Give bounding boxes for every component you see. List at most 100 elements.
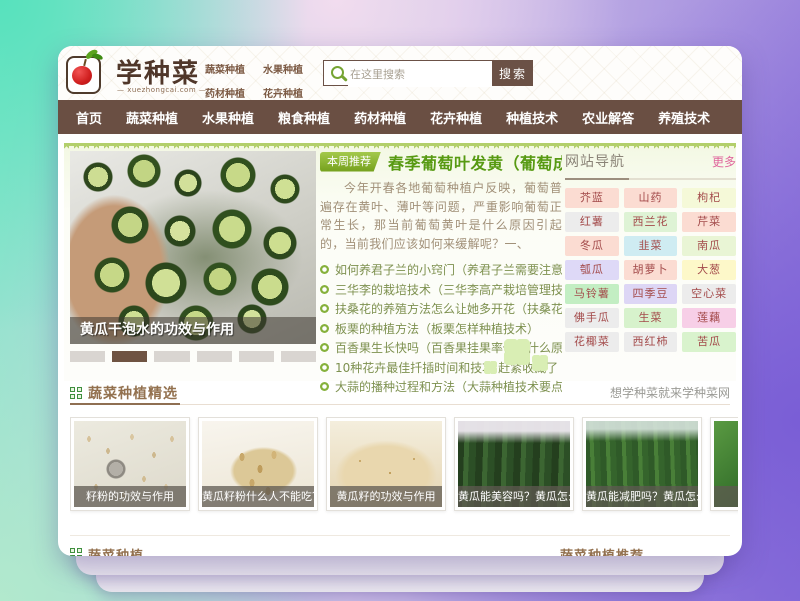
featured-article-excerpt: 今年开春各地葡萄种植户反映，葡萄普遍存在黄叶、薄叶等问题，严重影响葡萄正常生长，… xyxy=(320,179,562,253)
sidebar-header: 网站导航 更多 xyxy=(565,151,736,175)
bottom-section-headers: 蔬菜种植 蔬菜种植推荐 xyxy=(70,535,730,556)
article-link[interactable]: 扶桑花的养殖方法怎么让她多开花（扶桑花花期怎么 xyxy=(335,300,562,317)
carousel-dot[interactable] xyxy=(70,351,105,362)
flower-bullet-icon xyxy=(320,343,329,352)
site-logo[interactable] xyxy=(66,56,101,94)
tag-sijidou[interactable]: 四季豆 xyxy=(624,284,678,304)
quick-link-flower[interactable]: 花卉种植 xyxy=(263,85,305,100)
pick-card[interactable]: 黄瓜籽粉什么人不能吃？黄 xyxy=(198,417,318,511)
flower-bullet-icon xyxy=(320,285,329,294)
tag-donggua[interactable]: 冬瓜 xyxy=(565,236,619,256)
tag-gouqi[interactable]: 枸杞 xyxy=(682,188,736,208)
nav-item-breeding[interactable]: 养殖技术 xyxy=(646,108,722,127)
card-caption[interactable]: 黄瓜籽粉什么人不能吃？黄 xyxy=(202,486,314,507)
pick-card[interactable]: 籽粉的功效与作用 xyxy=(70,417,190,511)
nav-item-technique[interactable]: 种植技术 xyxy=(494,108,570,127)
card-image-seed-meal: 黄瓜籽的功效与作用 xyxy=(330,421,442,507)
flower-bullet-icon xyxy=(320,324,329,333)
site-title: 学种菜 xyxy=(116,53,200,90)
header-quick-links: 蔬菜种植 水果种植 药材种植 花卉种植 xyxy=(205,61,305,100)
tag-shengcai[interactable]: 生菜 xyxy=(624,308,678,328)
tag-dacong[interactable]: 大葱 xyxy=(682,260,736,280)
carousel-dot[interactable] xyxy=(239,351,274,362)
grid-icon xyxy=(70,548,82,556)
tag-foshougua[interactable]: 佛手瓜 xyxy=(565,308,619,328)
search-icon xyxy=(331,66,344,79)
sidebar-more-link[interactable]: 更多 xyxy=(712,153,736,170)
pick-card[interactable]: 黄瓜 xyxy=(710,417,738,511)
tag-xilanhua[interactable]: 西兰花 xyxy=(624,212,678,232)
pick-card[interactable]: 黄瓜能减肥吗？黄瓜怎么吃 xyxy=(582,417,702,511)
picks-section-divider xyxy=(70,404,730,405)
nav-item-vegetable[interactable]: 蔬菜种植 xyxy=(114,108,190,127)
flower-decoration-icon xyxy=(484,361,497,374)
nav-item-fruit[interactable]: 水果种植 xyxy=(190,108,266,127)
article-list: 如何养君子兰的小窍门（养君子兰需要注意什么） 三华李的栽培技术（三华李高产栽培管… xyxy=(320,260,562,397)
picks-card-row: 籽粉的功效与作用 黄瓜籽粉什么人不能吃？黄 黄瓜籽的功效与作用 黄瓜能美容吗？黄… xyxy=(70,417,738,519)
article-list-item[interactable]: 板栗的种植方法（板栗怎样种植技术） xyxy=(320,319,562,339)
carousel-image-dried-cucumber xyxy=(70,151,316,344)
pick-card[interactable]: 黄瓜能美容吗？黄瓜怎么用 xyxy=(454,417,574,511)
site-navigation-sidebar: 网站导航 更多 芥蓝 山药 枸杞 红薯 西兰花 芹菜 冬瓜 韭菜 南瓜 瓠瓜 胡… xyxy=(565,151,736,352)
search-input[interactable] xyxy=(348,61,492,87)
tag-shanyao[interactable]: 山药 xyxy=(624,188,678,208)
article-link[interactable]: 如何养君子兰的小窍门（养君子兰需要注意什么） xyxy=(335,261,562,278)
nav-item-qa[interactable]: 农业解答 xyxy=(570,108,646,127)
flower-bullet-icon xyxy=(320,363,329,372)
tag-jielan[interactable]: 芥蓝 xyxy=(565,188,619,208)
card-caption[interactable]: 黄瓜能减肥吗？黄瓜怎么吃 xyxy=(586,486,698,507)
card-image-cucumber-plant: 黄瓜 xyxy=(714,421,738,507)
tag-nangua[interactable]: 南瓜 xyxy=(682,236,736,256)
article-link[interactable]: 板栗的种植方法（板栗怎样种植技术） xyxy=(335,320,539,337)
featured-article-title[interactable]: 春季葡萄叶发黄（葡萄成熟期 xyxy=(388,151,562,172)
featured-carousel[interactable]: 黄瓜干泡水的功效与作用 xyxy=(70,151,316,344)
search-bar: 搜索 xyxy=(323,60,533,86)
quick-link-vegetable[interactable]: 蔬菜种植 xyxy=(205,61,247,76)
picks-section-note: 想学种菜就来学种菜网 xyxy=(610,384,730,401)
carousel-caption[interactable]: 黄瓜干泡水的功效与作用 xyxy=(70,317,316,344)
tag-lianou[interactable]: 莲藕 xyxy=(682,308,736,328)
grid-icon xyxy=(70,387,82,399)
vegetable-tag-grid: 芥蓝 山药 枸杞 红薯 西兰花 芹菜 冬瓜 韭菜 南瓜 瓠瓜 胡萝卜 大葱 马铃… xyxy=(565,188,736,352)
picks-section-title: 蔬菜种植精选 xyxy=(88,383,178,403)
nav-item-grain[interactable]: 粮食种植 xyxy=(266,108,342,127)
nav-item-flower[interactable]: 花卉种植 xyxy=(418,108,494,127)
flower-decoration-icon xyxy=(504,339,530,365)
nav-item-herb[interactable]: 药材种植 xyxy=(342,108,418,127)
card-caption[interactable]: 黄瓜能美容吗？黄瓜怎么用 xyxy=(458,486,570,507)
quick-link-herb[interactable]: 药材种植 xyxy=(205,85,247,100)
carousel-dot[interactable] xyxy=(281,351,316,362)
tag-hugua[interactable]: 瓠瓜 xyxy=(565,260,619,280)
picks-section-header: 蔬菜种植精选 想学种菜就来学种菜网 xyxy=(70,384,730,401)
article-link[interactable]: 三华李的栽培技术（三华李高产栽培管理技术） xyxy=(335,281,562,298)
tag-jiucai[interactable]: 韭菜 xyxy=(624,236,678,256)
article-list-item[interactable]: 如何养君子兰的小窍门（养君子兰需要注意什么） xyxy=(320,260,562,280)
apple-leaf-icon xyxy=(91,52,103,60)
tag-kugua[interactable]: 苦瓜 xyxy=(682,332,736,352)
tag-kongxincai[interactable]: 空心菜 xyxy=(682,284,736,304)
card-caption[interactable]: 黄瓜 xyxy=(714,486,738,507)
weekly-pick-badge: 本周推荐 xyxy=(320,152,381,172)
article-list-item[interactable]: 扶桑花的养殖方法怎么让她多开花（扶桑花花期怎么 xyxy=(320,299,562,319)
pick-card[interactable]: 黄瓜籽的功效与作用 xyxy=(326,417,446,511)
tag-huayecai[interactable]: 花椰菜 xyxy=(565,332,619,352)
quick-link-fruit[interactable]: 水果种植 xyxy=(263,61,305,76)
search-button[interactable]: 搜索 xyxy=(493,60,533,86)
carousel-dot[interactable] xyxy=(197,351,232,362)
article-list-item[interactable]: 三华李的栽培技术（三华李高产栽培管理技术） xyxy=(320,280,562,300)
tag-malingshu[interactable]: 马铃薯 xyxy=(565,284,619,304)
nav-item-home[interactable]: 首页 xyxy=(64,108,114,127)
tag-hongshu[interactable]: 红薯 xyxy=(565,212,619,232)
tag-huluobo[interactable]: 胡萝卜 xyxy=(624,260,678,280)
flower-decoration-icon xyxy=(532,355,548,371)
tag-xihongshi[interactable]: 西红柿 xyxy=(624,332,678,352)
card-caption[interactable]: 黄瓜籽的功效与作用 xyxy=(330,486,442,507)
tag-qincai[interactable]: 芹菜 xyxy=(682,212,736,232)
carousel-dot[interactable] xyxy=(154,351,189,362)
bottom-right-title: 蔬菜种植推荐 xyxy=(560,545,644,557)
card-caption[interactable]: 籽粉的功效与作用 xyxy=(74,486,186,507)
search-box xyxy=(323,60,493,86)
apple-icon xyxy=(72,66,92,85)
main-content-panel: 黄瓜干泡水的功效与作用 本周推荐 春季葡萄叶发黄（葡萄成熟期 今年开春各地葡萄种… xyxy=(64,143,736,381)
carousel-dot-active[interactable] xyxy=(112,351,147,362)
